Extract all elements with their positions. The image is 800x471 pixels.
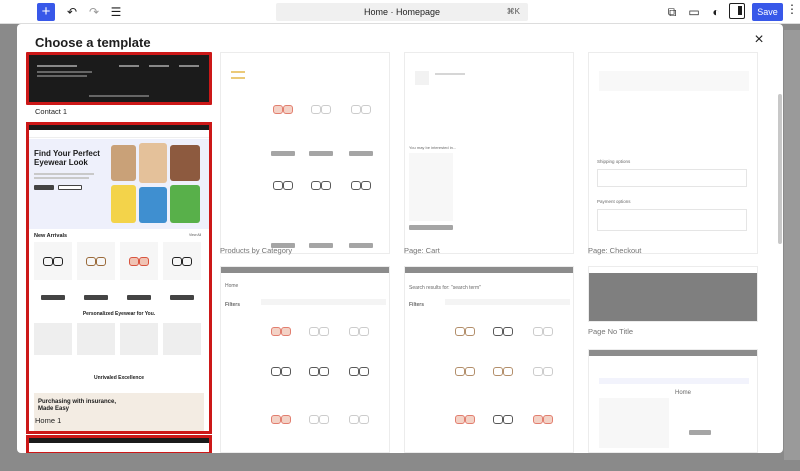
hero-headline: Find Your Perfect Eyewear Look bbox=[34, 149, 100, 167]
redo-icon[interactable]: ↷ bbox=[84, 2, 104, 22]
editor-toolbar: + ↶ ↷ ☰ Home · Homepage ⌘K ⧉ ▭ ◐ Save ⋮ bbox=[0, 0, 800, 24]
template-card-products-by-category[interactable]: Home Filters bbox=[220, 266, 390, 453]
editor-canvas-edge bbox=[784, 30, 800, 460]
template-label: Contact 1 bbox=[35, 107, 68, 116]
document-title-bar[interactable]: Home · Homepage ⌘K bbox=[276, 3, 528, 21]
template-card-home-1[interactable]: Find Your Perfect Eyewear Look New Arriv… bbox=[26, 122, 212, 434]
view-all-link: View All bbox=[189, 233, 202, 237]
add-block-button[interactable]: + bbox=[37, 3, 55, 21]
template-label: Page: Cart bbox=[404, 246, 440, 255]
template-card-home-next[interactable] bbox=[26, 435, 212, 453]
settings-toggle-icon[interactable] bbox=[729, 3, 745, 19]
new-arrivals-heading: New Arrivals bbox=[34, 233, 68, 239]
hero-section: Find Your Perfect Eyewear Look bbox=[29, 139, 209, 229]
shortcut-hint: ⌘K bbox=[506, 7, 520, 16]
template-label: Page: Checkout bbox=[588, 246, 642, 255]
undo-icon[interactable]: ↶ bbox=[62, 2, 82, 22]
list-view-icon[interactable]: ☰ bbox=[106, 2, 126, 22]
page-title: Home · Homepage bbox=[363, 7, 441, 17]
template-label: Home 1 bbox=[35, 416, 62, 425]
template-label: Products by Category bbox=[220, 246, 293, 255]
template-card-contact-1[interactable] bbox=[26, 52, 212, 105]
template-card-search-results[interactable]: Search results for: "search term" Filter… bbox=[404, 266, 574, 453]
more-options-icon[interactable]: ⋮ bbox=[786, 2, 798, 16]
insurance-heading: Purchasing with insurance, Made Easy bbox=[38, 399, 117, 412]
template-card-page-home[interactable]: Home bbox=[588, 349, 758, 453]
device-preview-icon[interactable]: ▭ bbox=[684, 2, 704, 22]
template-card-product-catalog[interactable] bbox=[220, 52, 390, 254]
modal-title: Choose a template bbox=[35, 35, 151, 50]
scrollbar[interactable] bbox=[778, 94, 782, 244]
template-label: Page No Title bbox=[588, 327, 634, 336]
excellence-heading: Unrivaled Excellence bbox=[93, 375, 145, 381]
template-card-page-no-title[interactable] bbox=[588, 266, 758, 322]
view-page-icon[interactable]: ⧉ bbox=[662, 2, 682, 22]
template-card-page-checkout[interactable]: Shipping options Payment options bbox=[588, 52, 758, 254]
template-card-page-cart[interactable]: You may be interested in... bbox=[404, 52, 574, 254]
choose-template-modal: Choose a template × Contact 1 Find Your … bbox=[17, 24, 783, 453]
save-button[interactable]: Save bbox=[752, 3, 783, 21]
styles-icon[interactable]: ◐ bbox=[706, 2, 726, 22]
section-title: Personalized Eyewear for You. bbox=[82, 311, 156, 317]
close-icon[interactable]: × bbox=[751, 32, 767, 48]
